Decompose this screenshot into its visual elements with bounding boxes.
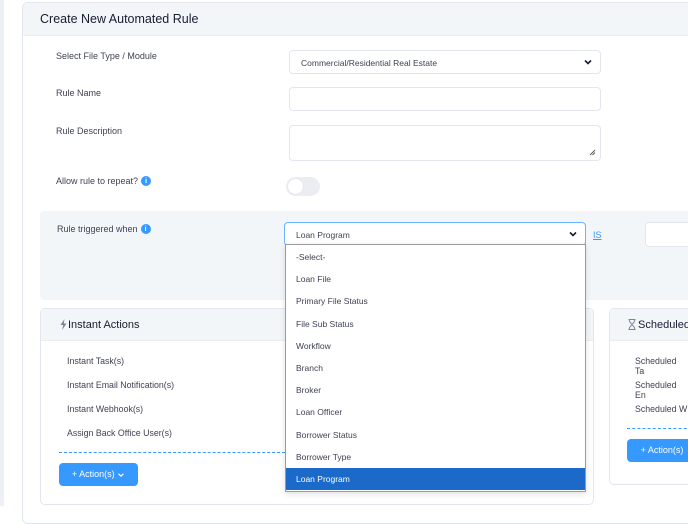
add-scheduled-action-label: + Action(s) — [640, 445, 684, 455]
scheduled-action-item: Scheduled Ta — [635, 356, 677, 376]
instant-actions-title: Instant Actions — [68, 319, 140, 331]
rule-name-label: Rule Name — [56, 88, 102, 98]
dropdown-option[interactable]: Broker — [286, 379, 585, 401]
left-sidebar-edge — [0, 0, 4, 506]
divider — [59, 452, 285, 453]
instant-action-item: Assign Back Office User(s) — [67, 428, 172, 438]
bolt-icon — [60, 319, 67, 330]
trigger-label: Rule triggered when i — [57, 224, 151, 234]
hourglass-icon — [628, 319, 636, 330]
trigger-selected-value: Loan Program — [296, 230, 350, 240]
rule-description-label: Rule Description — [56, 126, 123, 136]
trigger-dropdown-list: -Select- Loan File Primary File Status F… — [285, 244, 586, 492]
trigger-select[interactable]: Loan Program — [284, 222, 586, 246]
chevron-down-icon — [584, 59, 592, 65]
dropdown-option[interactable]: Loan Officer — [286, 401, 585, 423]
chevron-down-icon — [118, 473, 124, 477]
info-icon[interactable]: i — [141, 176, 152, 186]
allow-repeat-text: Allow rule to repeat? — [56, 176, 139, 186]
add-instant-action-button[interactable]: + Action(s) — [59, 463, 138, 486]
dropdown-option[interactable]: Workflow — [286, 335, 585, 357]
divider — [627, 428, 688, 429]
dropdown-option[interactable]: Primary File Status — [286, 290, 585, 312]
scheduled-actions-header: Scheduled — [610, 309, 688, 341]
instant-action-item: Instant Webhook(s) — [67, 404, 144, 414]
page-title: Create New Automated Rule — [40, 12, 199, 26]
instant-action-item: Instant Email Notification(s) — [67, 380, 175, 390]
add-instant-action-label: + Action(s) — [71, 469, 115, 479]
rule-name-input[interactable] — [289, 87, 601, 111]
instant-action-item: Instant Task(s) — [67, 356, 125, 366]
resize-grip-icon[interactable] — [589, 149, 596, 156]
scheduled-action-item: Scheduled W — [635, 404, 688, 414]
dropdown-option[interactable]: Borrower Type — [286, 446, 585, 468]
dropdown-option[interactable]: File Sub Status — [286, 313, 585, 335]
card-header: Create New Automated Rule — [23, 3, 688, 36]
info-icon[interactable]: i — [140, 224, 151, 234]
chevron-down-icon — [569, 231, 577, 237]
file-type-label: Select File Type / Module — [56, 51, 157, 61]
dropdown-option[interactable]: Branch — [286, 357, 585, 379]
rule-description-textarea[interactable] — [289, 125, 601, 161]
operator-link[interactable]: IS — [593, 230, 602, 240]
file-type-select[interactable]: Commercial/Residential Real Estate — [289, 50, 601, 74]
toggle-knob — [288, 179, 303, 194]
dropdown-option[interactable]: Borrower Status — [286, 424, 585, 446]
scheduled-action-item: Scheduled En — [635, 380, 677, 400]
add-scheduled-action-button[interactable]: + Action(s) — [627, 439, 688, 462]
dropdown-option-selected[interactable]: Loan Program — [286, 468, 585, 491]
trigger-value-input[interactable] — [645, 222, 688, 247]
scheduled-actions-title: Scheduled — [638, 319, 688, 331]
allow-repeat-toggle[interactable] — [286, 177, 320, 196]
file-type-value: Commercial/Residential Real Estate — [301, 58, 438, 68]
allow-repeat-label: Allow rule to repeat? i — [56, 176, 152, 186]
dropdown-option[interactable]: Loan File — [286, 268, 585, 290]
dropdown-option[interactable]: -Select- — [286, 246, 585, 268]
trigger-label-text: Rule triggered when — [57, 224, 138, 234]
